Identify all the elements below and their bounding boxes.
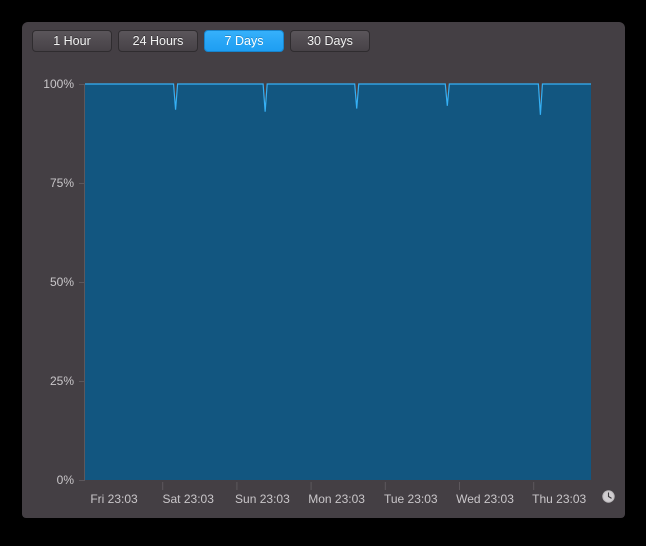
clock-icon[interactable] bbox=[601, 489, 616, 504]
y-axis-tick-label: 50% bbox=[50, 275, 74, 289]
y-axis-tick-label: 100% bbox=[43, 77, 74, 91]
x-axis-tick-labels: Fri 23:03 Sat 23:03 Sun 23:03 Mon 23:03 Tue … bbox=[90, 492, 586, 506]
chart-canvas: 0% 25% 50% 75% 100% Fri 23:03 Sat 23:03 Sun 23… bbox=[43, 77, 591, 506]
x-axis-tick-label: Tue 23:03 bbox=[384, 492, 438, 506]
y-axis-tick-label: 75% bbox=[50, 176, 74, 190]
y-axis-tick-label: 25% bbox=[50, 374, 74, 388]
range-button-24-hours[interactable]: 24 Hours bbox=[118, 30, 198, 52]
x-axis-tick-label: Thu 23:03 bbox=[532, 492, 586, 506]
x-axis-tick-label: Wed 23:03 bbox=[456, 492, 514, 506]
usage-area-fill bbox=[85, 84, 591, 480]
y-axis-tick-labels: 0% 25% 50% 75% 100% bbox=[43, 77, 74, 487]
range-button-30-days[interactable]: 30 Days bbox=[290, 30, 370, 52]
y-axis-tick-label: 0% bbox=[57, 473, 75, 487]
time-range-segmented-control[interactable]: 1 Hour 24 Hours 7 Days 30 Days bbox=[32, 30, 370, 52]
plot-area bbox=[85, 83, 591, 480]
activity-graph-window: 1 Hour 24 Hours 7 Days 30 Days 0% 25% 50% 7… bbox=[22, 22, 625, 518]
x-axis-tick-label: Sat 23:03 bbox=[163, 492, 215, 506]
usage-area-chart: 0% 25% 50% 75% 100% Fri 23:03 Sat 23:03 Sun 23… bbox=[22, 58, 625, 518]
range-button-7-days[interactable]: 7 Days bbox=[204, 30, 284, 52]
x-axis-tick-label: Sun 23:03 bbox=[235, 492, 290, 506]
x-axis-tick-label: Fri 23:03 bbox=[90, 492, 138, 506]
clock-icon-glyph bbox=[602, 490, 615, 503]
x-axis-tick-label: Mon 23:03 bbox=[308, 492, 365, 506]
x-axis-tick-marks bbox=[162, 482, 535, 490]
range-button-1-hour[interactable]: 1 Hour bbox=[32, 30, 112, 52]
